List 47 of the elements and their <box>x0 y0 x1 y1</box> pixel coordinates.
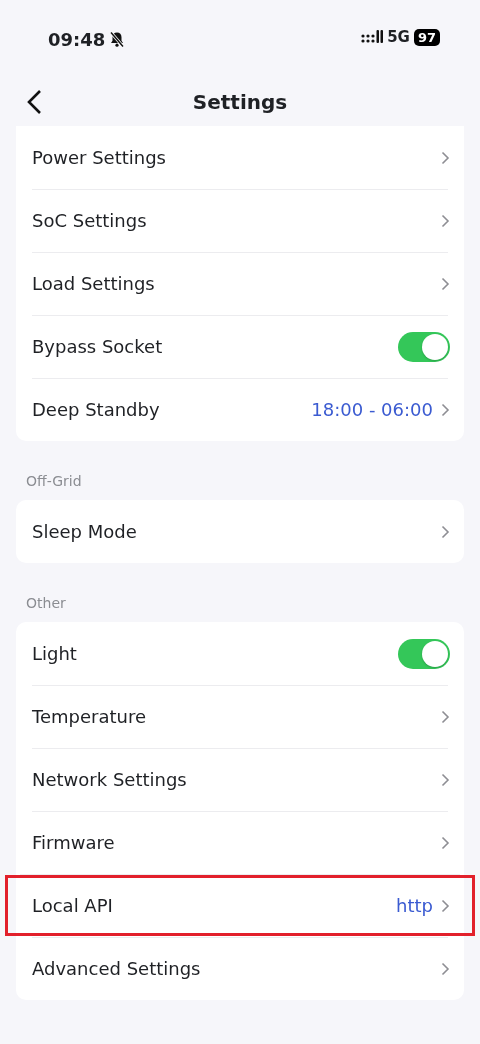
network-type: 5G <box>387 27 410 48</box>
row-label: Sleep Mode <box>32 520 137 544</box>
bell-off-icon <box>109 31 126 48</box>
chevron-icon <box>441 898 450 913</box>
row-label: Light <box>32 642 77 666</box>
row-label: Firmware <box>32 831 115 855</box>
row-label: Local API <box>32 894 113 918</box>
section-header: Other <box>26 595 66 611</box>
settings-row[interactable]: Power Settings <box>16 126 464 189</box>
settings-row[interactable]: Bypass Socket <box>16 315 464 378</box>
back-icon[interactable] <box>26 89 42 115</box>
settings-row[interactable]: Load Settings <box>16 252 464 315</box>
row-label: Bypass Socket <box>32 335 163 359</box>
page-title: Settings <box>192 89 288 116</box>
settings-row[interactable]: Temperature <box>16 685 464 748</box>
settings-row[interactable]: Firmware <box>16 811 464 874</box>
row-label: Advanced Settings <box>32 957 201 981</box>
chevron-icon <box>441 276 450 291</box>
settings-row[interactable]: Deep Standby 18:00 - 06:00 <box>16 378 464 441</box>
settings-row[interactable]: SoC Settings <box>16 189 464 252</box>
row-label: Deep Standby <box>32 398 160 422</box>
status-time: 09:48 <box>48 28 106 52</box>
chevron-icon <box>441 150 450 165</box>
row-label: SoC Settings <box>32 209 147 233</box>
settings-row[interactable]: Sleep Mode <box>16 500 464 563</box>
battery-level: 97 <box>413 28 440 46</box>
row-label: Load Settings <box>32 272 155 296</box>
signal-icon <box>361 30 384 45</box>
settings-row[interactable]: Network Settings <box>16 748 464 811</box>
chevron-icon <box>441 835 450 850</box>
chevron-icon <box>441 709 450 724</box>
row-label: Temperature <box>32 705 147 729</box>
chevron-icon <box>441 524 450 539</box>
chevron-icon <box>441 772 450 787</box>
row-label: Power Settings <box>32 146 166 170</box>
settings-row[interactable]: Light <box>16 622 464 685</box>
highlighted-settings-row[interactable]: Local API http <box>4 874 476 937</box>
toggle-switch[interactable] <box>398 331 450 362</box>
chevron-icon <box>441 213 450 228</box>
section-header: Off-Grid <box>26 473 82 489</box>
row-label: Network Settings <box>32 768 187 792</box>
toggle-switch[interactable] <box>398 638 450 669</box>
chevron-icon <box>441 402 450 417</box>
chevron-icon <box>441 961 450 976</box>
settings-row[interactable]: Advanced Settings <box>16 937 464 1000</box>
row-value: 18:00 - 06:00 <box>311 398 433 422</box>
row-value: http <box>396 894 433 918</box>
